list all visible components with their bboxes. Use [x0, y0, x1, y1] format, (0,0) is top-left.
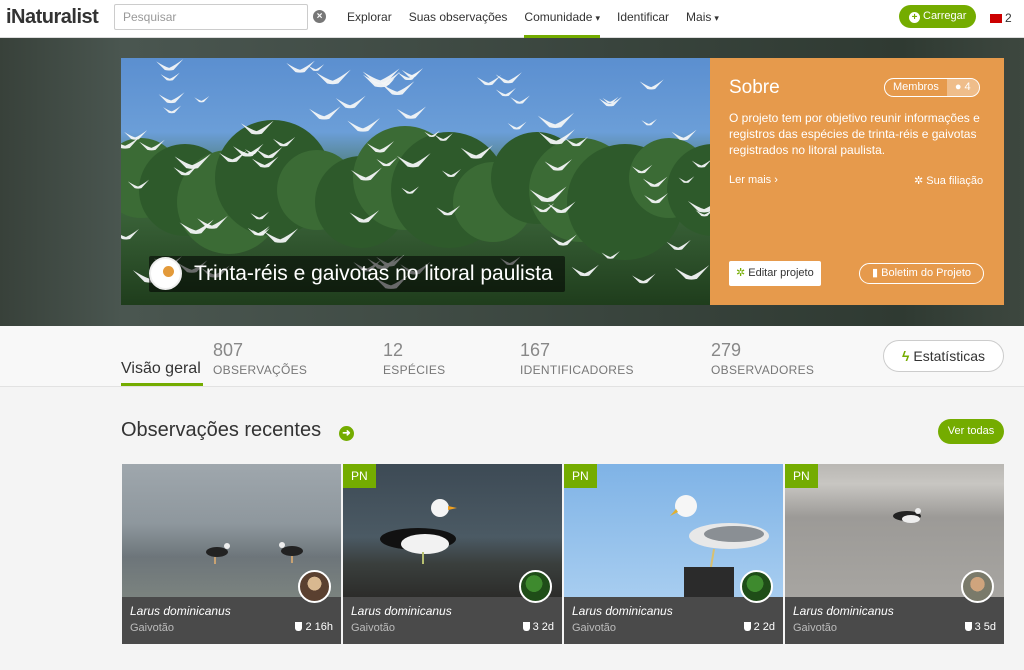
pn-badge: PN — [343, 464, 376, 488]
common-name: Gaivotão — [130, 622, 175, 634]
read-more-link[interactable]: Ler mais › — [729, 174, 778, 186]
tern-bird — [510, 95, 530, 104]
envelope-icon — [990, 14, 1002, 23]
chevron-down-icon: ▾ — [595, 13, 600, 23]
project-title: Trinta-réis e gaivotas no litoral paulis… — [149, 256, 565, 292]
about-title: Sobre — [729, 77, 780, 98]
tern-bird — [401, 68, 424, 78]
id-tag-icon — [522, 622, 530, 631]
tern-bird — [309, 106, 341, 120]
tern-bird — [537, 112, 575, 128]
clear-search-icon[interactable]: × — [313, 10, 326, 23]
observation-meta: 3 2d — [522, 621, 554, 633]
tern-bird — [666, 239, 691, 251]
recent-observations-title: Observações recentes — [121, 419, 322, 441]
project-description: O projeto tem por objetivo reunir inform… — [729, 111, 980, 157]
tern-bird — [286, 60, 315, 73]
gear-icon: ✲ — [914, 175, 924, 187]
upload-button[interactable]: + Carregar — [899, 5, 977, 28]
common-name: Gaivotão — [793, 622, 838, 634]
tern-bird — [362, 71, 401, 88]
observer-avatar[interactable] — [740, 570, 773, 603]
observation-meta: 3 5d — [964, 621, 996, 633]
tern-bird — [641, 118, 657, 126]
tern-bird — [639, 79, 664, 90]
chevron-right-icon: › — [774, 174, 778, 186]
observer-avatar[interactable] — [519, 570, 552, 603]
main-nav: Explorar Suas observações Comunidade ▾ Id… — [347, 0, 736, 38]
person-icon: ● — [954, 81, 965, 93]
tern-bird — [599, 96, 622, 107]
lightning-icon: ϟ — [901, 348, 910, 364]
tab-overview[interactable]: Visão geral — [121, 360, 203, 386]
stat-identifiers[interactable]: 167 IDENTIFICADORES — [520, 340, 634, 377]
inaturalist-logo[interactable]: iNaturalist — [6, 6, 99, 29]
tern-bird — [507, 121, 527, 130]
search-input[interactable] — [114, 4, 308, 30]
tern-bird — [160, 72, 180, 81]
observation-card[interactable]: PN Larus dominicanus Gaivotão 3 2d — [343, 464, 562, 644]
nav-explore[interactable]: Explorar — [347, 0, 392, 38]
project-journal-button[interactable]: ▮ Boletim do Projeto — [859, 263, 985, 284]
id-tag-icon — [295, 622, 303, 631]
arrow-right-icon[interactable]: ➜ — [339, 426, 354, 441]
stat-observations[interactable]: 807 OBSERVAÇÕES — [213, 340, 307, 377]
tern-bird — [194, 96, 210, 103]
book-icon: ▮ — [872, 267, 879, 279]
tern-bird — [571, 264, 599, 277]
stat-observers[interactable]: 279 OBSERVADORES — [711, 340, 814, 377]
observation-card[interactable]: Larus dominicanus Gaivotão 2 16h — [122, 464, 341, 644]
nav-community[interactable]: Comunidade ▾ — [524, 0, 600, 38]
scientific-name: Larus dominicanus — [572, 604, 673, 618]
observer-avatar[interactable] — [298, 570, 331, 603]
tern-bird — [156, 59, 184, 71]
tern-bird — [347, 117, 380, 132]
plus-icon: + — [909, 12, 920, 23]
tern-bird — [476, 75, 502, 86]
messages-button[interactable]: 2 — [990, 11, 1012, 25]
observation-meta: 2 2d — [743, 621, 775, 633]
tern-bird — [495, 87, 516, 97]
observation-card[interactable]: PN Larus dominicanus Gaivotão 3 5d — [785, 464, 1004, 644]
observation-meta: 2 16h — [295, 621, 333, 633]
statistics-button[interactable]: ϟ Estatísticas — [883, 340, 1004, 372]
gear-icon: ✲ — [736, 267, 746, 279]
common-name: Gaivotão — [351, 622, 396, 634]
tern-bird — [158, 92, 185, 104]
pn-badge: PN — [564, 464, 597, 488]
tern-bird — [495, 72, 522, 84]
members-badge[interactable]: Membros ● 4 — [884, 78, 980, 97]
stat-species[interactable]: 12 ESPÉCIES — [383, 340, 445, 377]
tern-bird — [121, 228, 140, 240]
view-all-button[interactable]: Ver todas — [938, 419, 1004, 444]
observation-card[interactable]: PN Larus dominicanus Gaivotão 2 2d — [564, 464, 783, 644]
scientific-name: Larus dominicanus — [351, 604, 452, 618]
id-tag-icon — [743, 622, 751, 631]
pn-badge: PN — [785, 464, 818, 488]
tern-bird — [315, 69, 351, 85]
common-name: Gaivotão — [572, 622, 617, 634]
nav-more[interactable]: Mais ▾ — [686, 0, 719, 38]
chevron-down-icon: ▾ — [714, 13, 719, 23]
membership-link[interactable]: ✲ Sua filiação — [914, 174, 983, 187]
scientific-name: Larus dominicanus — [793, 604, 894, 618]
about-panel: Sobre Membros ● 4 O projeto tem por obje… — [710, 58, 1004, 305]
id-tag-icon — [964, 622, 972, 631]
tern-bird — [396, 106, 426, 119]
project-icon — [149, 257, 182, 290]
top-navbar: iNaturalist × Explorar Suas observações … — [0, 0, 1024, 38]
nav-identify[interactable]: Identificar — [617, 0, 669, 38]
nav-your-observations[interactable]: Suas observações — [409, 0, 508, 38]
tern-bird — [335, 95, 366, 109]
project-stats-bar: Visão geral 807 OBSERVAÇÕES 12 ESPÉCIES … — [0, 326, 1024, 387]
scientific-name: Larus dominicanus — [130, 604, 231, 618]
tern-bird — [163, 105, 182, 114]
tern-bird — [674, 265, 710, 280]
edit-project-button[interactable]: ✲ Editar projeto — [729, 261, 821, 286]
tern-bird — [632, 273, 656, 284]
observer-avatar[interactable] — [961, 570, 994, 603]
